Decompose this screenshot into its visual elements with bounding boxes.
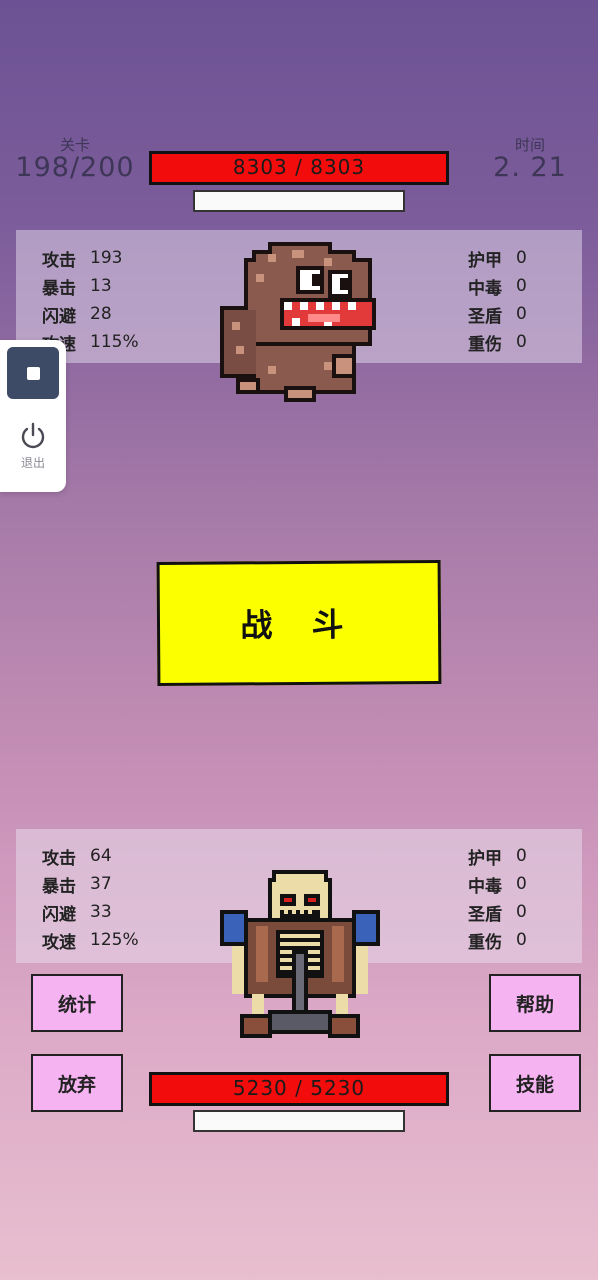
enemy-stat-poison: 中毒 0 [468,276,527,299]
exit-button[interactable] [17,420,49,452]
exit-label: 退出 [20,456,45,470]
player-stats-left: 攻击 64 暴击 37 闪避 33 攻速 125% [42,842,139,954]
player-stat-poison: 中毒 0 [468,874,527,897]
player-hp-bar: 5230 / 5230 [149,1072,449,1106]
enemy-stat-shield: 圣盾 0 [468,304,527,327]
player-skeleton-sprite [220,870,380,1038]
enemy-stat-crit: 暴击 13 [42,276,112,299]
help-button[interactable]: 帮助 [489,974,581,1032]
time-value: 2. 21 [493,152,567,183]
stop-icon [26,366,40,380]
enemy-stat-attack: 攻击 193 [42,248,123,271]
stats-button[interactable]: 统计 [31,974,123,1032]
floating-menu: 退出 [0,340,66,492]
skills-button[interactable]: 技能 [489,1054,581,1112]
enemy-stats-right: 护甲 0 中毒 0 圣盾 0 重伤 0 [468,244,527,356]
enemy-stat-armor: 护甲 0 [468,248,527,271]
player-stat-crit: 暴击 37 [42,874,112,897]
enemy-stat-dodge: 闪避 28 [42,304,112,327]
player-stat-speed: 攻速 125% [42,930,139,953]
enemy-monster-sprite [220,242,376,402]
player-stat-wound: 重伤 0 [468,930,527,953]
player-stat-attack: 攻击 64 [42,846,112,869]
level-value: 198/200 [15,152,135,183]
player-stat-shield: 圣盾 0 [468,902,527,925]
player-stat-dodge: 闪避 33 [42,902,112,925]
player-energy-bar [193,1110,405,1132]
enemy-energy-bar [193,190,405,212]
player-stats-right: 护甲 0 中毒 0 圣盾 0 重伤 0 [468,842,527,954]
enemy-hp-bar: 8303 / 8303 [149,151,449,185]
enemy-stat-wound: 重伤 0 [468,332,527,355]
power-icon [21,422,45,449]
stop-button[interactable] [7,347,59,399]
player-stat-armor: 护甲 0 [468,846,527,869]
give-up-button[interactable]: 放弃 [31,1054,123,1112]
fight-button[interactable]: 战 斗 [156,560,442,686]
